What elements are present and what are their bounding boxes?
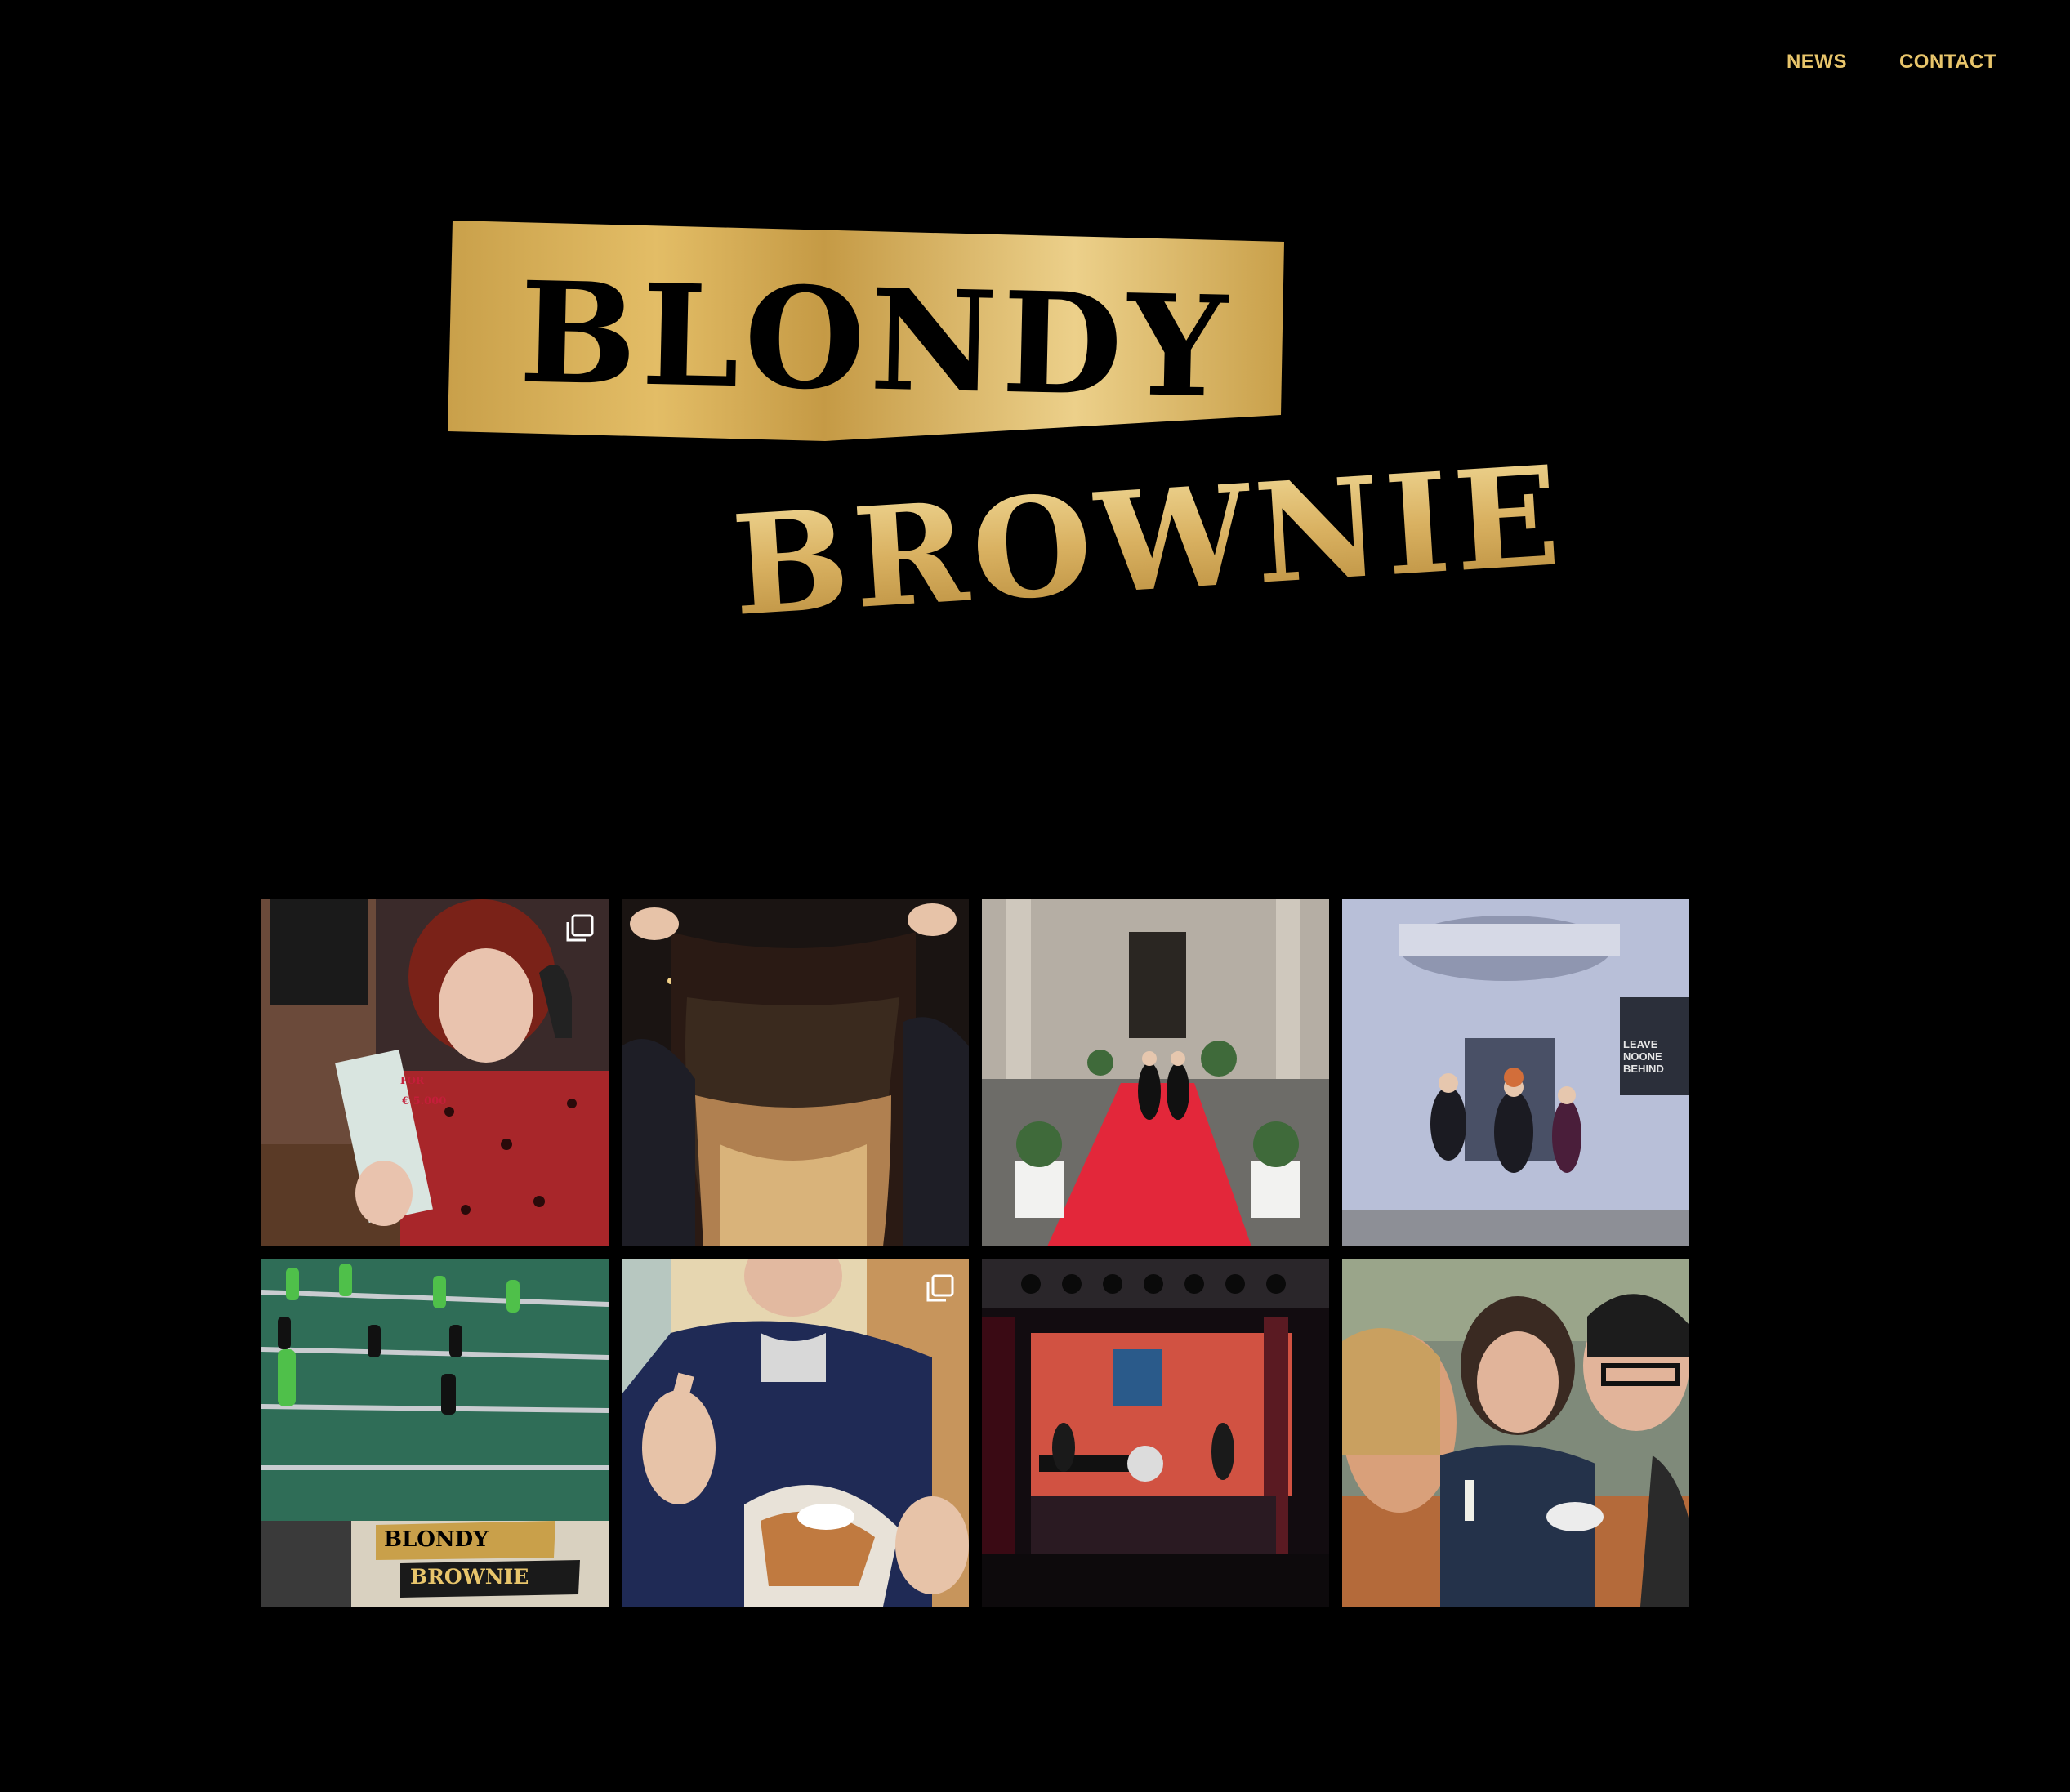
multiple-images-icon (923, 1273, 956, 1305)
post-1-ticket-text: € 5.000 (402, 1095, 447, 1108)
nav-news-link[interactable]: NEWS (1787, 47, 1847, 77)
page: NEWS CONTACT BLONDY BROWNIE FOR € 5.000 … (0, 0, 2070, 1792)
logo-graphic: BLONDY BROWNIE (448, 221, 1560, 621)
logo-line2: BROWNIE (728, 435, 1560, 621)
post-1-photo (261, 899, 609, 1246)
post-8-photo (1342, 1259, 1689, 1607)
feed-post-3[interactable] (982, 899, 1329, 1246)
instagram-feed-grid: FOR € 5.000 LEAVE NOONE BEHIND BLONDY BR… (261, 899, 1689, 1607)
feed-post-6[interactable] (622, 1259, 969, 1607)
post-1-ticket-badge: FOR (400, 1075, 424, 1086)
top-nav: NEWS CONTACT (1787, 47, 1996, 77)
feed-post-7[interactable] (982, 1259, 1329, 1607)
feed-post-8[interactable] (1342, 1259, 1689, 1607)
post-4-window-text: LEAVE NOONE BEHIND (1623, 1038, 1664, 1075)
post-7-photo (982, 1259, 1329, 1607)
post-5-sticker-line2: BROWNIE (410, 1565, 529, 1589)
feed-post-4[interactable]: LEAVE NOONE BEHIND (1342, 899, 1689, 1246)
post-5-sticker-line1: BLONDY (384, 1527, 489, 1552)
multiple-images-icon (563, 912, 596, 945)
post-5-photo (261, 1259, 609, 1607)
nav-contact-link[interactable]: CONTACT (1899, 47, 1996, 77)
feed-post-5[interactable]: BLONDY BROWNIE (261, 1259, 609, 1607)
site-logo[interactable]: BLONDY BROWNIE (441, 212, 1560, 621)
post-2-photo (622, 899, 969, 1246)
post-6-photo (622, 1259, 969, 1607)
feed-post-1[interactable]: FOR € 5.000 (261, 899, 609, 1246)
feed-post-2[interactable] (622, 899, 969, 1246)
post-3-photo (982, 899, 1329, 1246)
logo-line1: BLONDY (518, 252, 1233, 430)
